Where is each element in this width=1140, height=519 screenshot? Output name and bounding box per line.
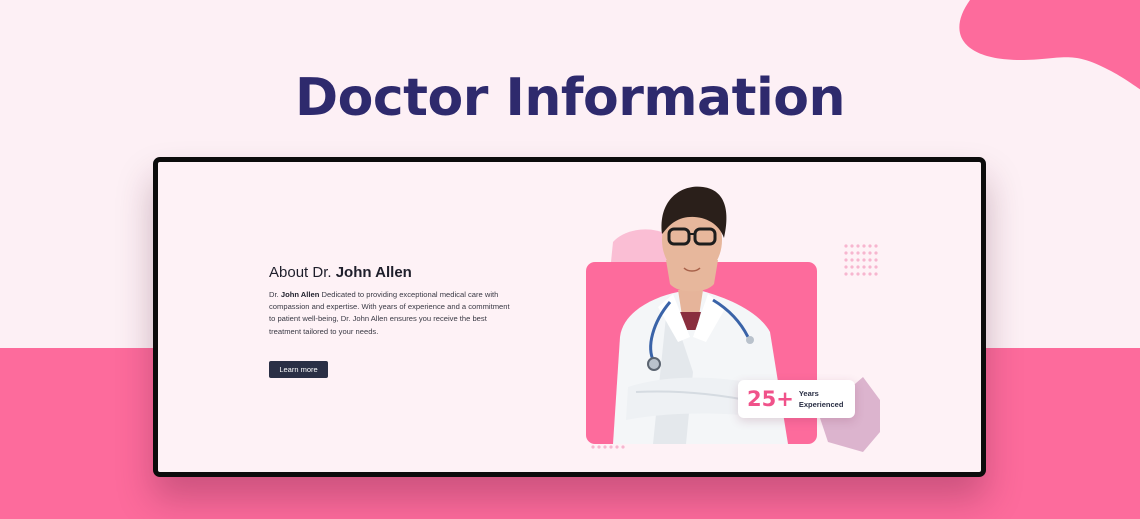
experience-number: 25+ [747,387,794,411]
experience-label-line1: Years [798,389,819,398]
experience-badge: 25+ Years Experienced [738,380,855,418]
dot-grid-decoration [844,244,878,276]
experience-label-line2: Experienced [798,400,844,409]
doctor-visual [586,186,880,452]
experience-label: Years Experienced [799,388,844,410]
dot-row-decoration [591,445,625,449]
doctor-card: About Dr. John Allen Dr. John Allen Dedi… [153,157,986,477]
page-title: Doctor Information [294,68,846,128]
